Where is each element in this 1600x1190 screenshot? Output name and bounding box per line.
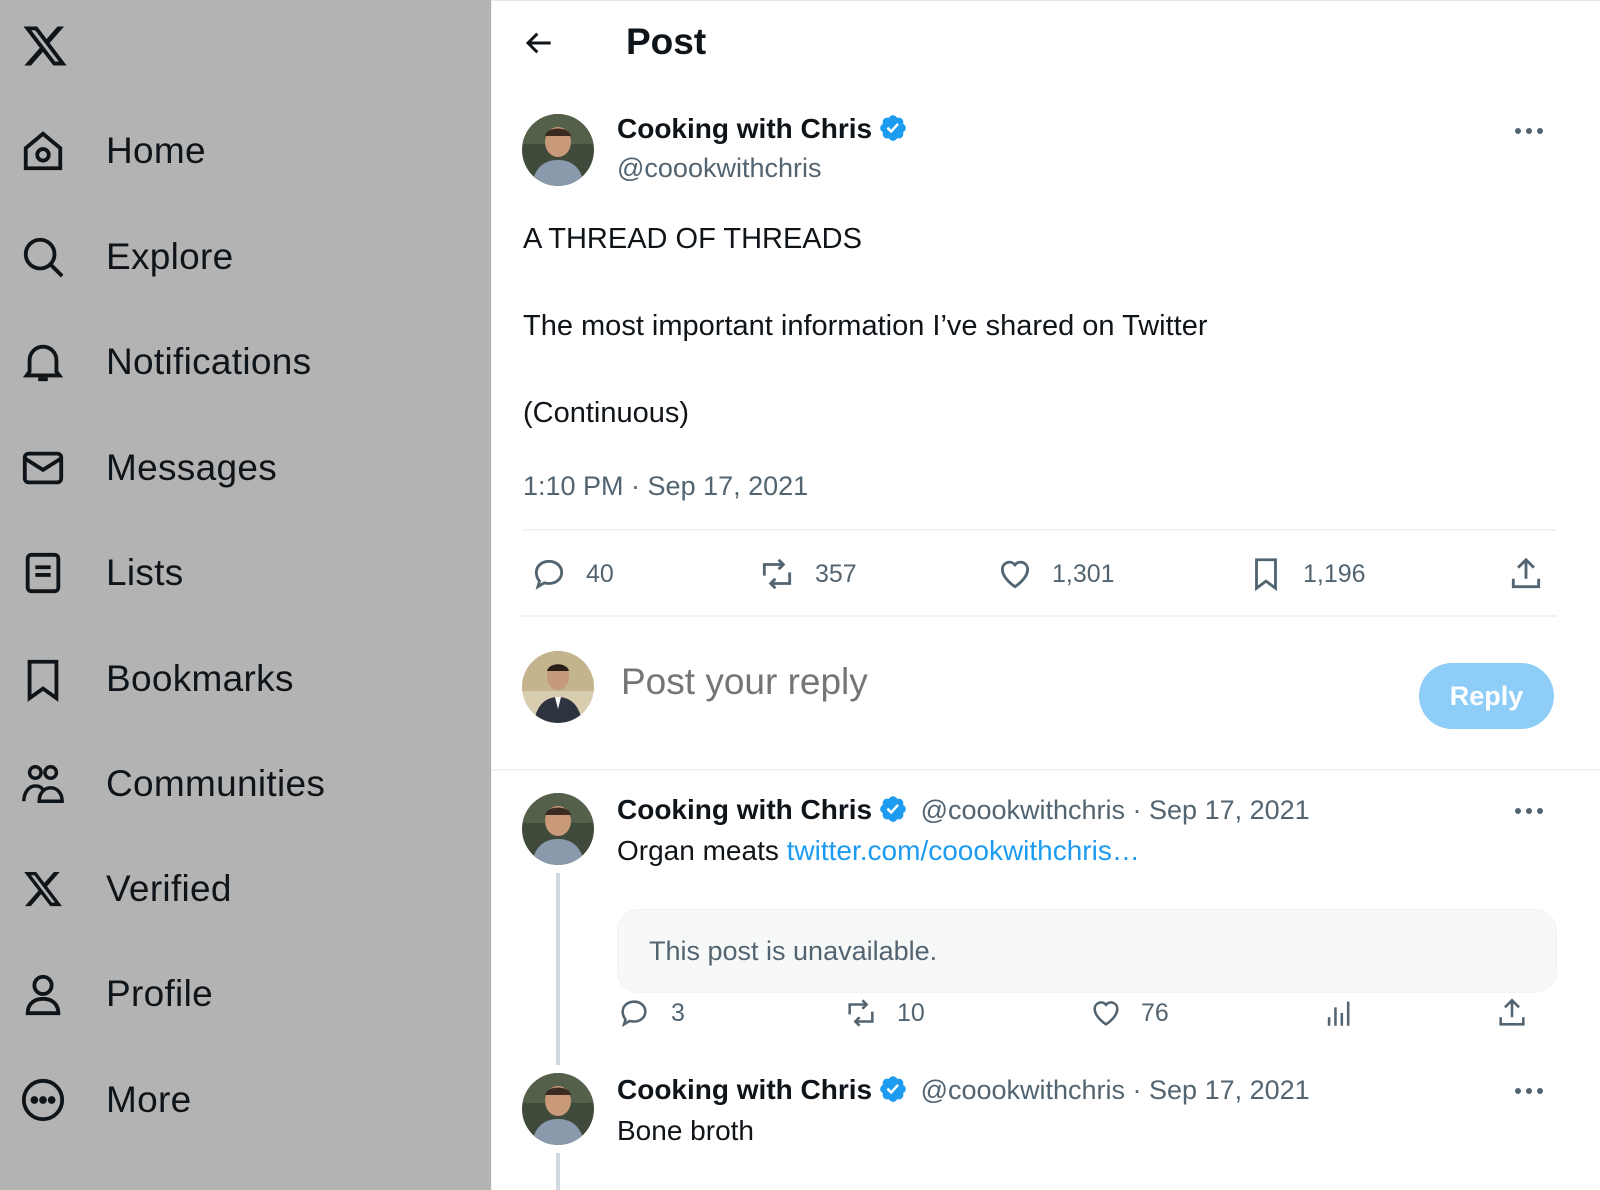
sidebar-item-home[interactable]: Home: [18, 121, 206, 181]
reply-icon: [534, 559, 564, 590]
sidebar-item-label: Notifications: [106, 341, 312, 382]
profile-icon: [18, 969, 68, 1019]
repost-icon: [848, 999, 874, 1027]
reply-text: Bone broth: [617, 1115, 754, 1146]
sidebar-item-label: Profile: [106, 973, 213, 1014]
reply-count: 3: [671, 998, 685, 1027]
views-action[interactable]: [1322, 996, 1356, 1030]
avatar[interactable]: [522, 1073, 594, 1145]
heart-icon: [1000, 560, 1030, 589]
envelope-icon: [18, 443, 68, 493]
list-icon: [18, 548, 68, 598]
more-options-icon[interactable]: [1509, 1076, 1549, 1106]
sidebar-item-communities[interactable]: Communities: [18, 754, 325, 814]
more-options-icon[interactable]: [1509, 116, 1549, 146]
reply-meta[interactable]: @coookwithchris · Sep 17, 2021: [921, 795, 1310, 825]
reply-text-body: Organ meats: [617, 835, 787, 866]
sidebar-item-label: Bookmarks: [106, 658, 294, 699]
verified-badge-icon: [878, 113, 908, 143]
sidebar-item-label: Home: [106, 130, 206, 171]
like-action[interactable]: 1,301: [996, 555, 1115, 593]
repost-icon: [762, 558, 792, 590]
thread-line: [556, 873, 560, 1065]
post-text-line: A THREAD OF THREADS: [523, 223, 862, 255]
bookmark-icon: [18, 654, 68, 704]
author-name[interactable]: Cooking with Chris: [617, 113, 872, 144]
repost-action[interactable]: 10: [843, 996, 925, 1030]
author-name[interactable]: Cooking with Chris: [617, 794, 872, 825]
divider: [522, 529, 1556, 531]
bell-icon: [18, 337, 68, 387]
sidebar-item-label: Messages: [106, 447, 278, 488]
sidebar-item-verified[interactable]: Verified: [18, 859, 232, 919]
like-action[interactable]: 76: [1089, 996, 1169, 1030]
more-circle-icon: [18, 1075, 68, 1125]
reply-button[interactable]: Reply: [1419, 663, 1554, 729]
author-name[interactable]: Cooking with Chris: [617, 1074, 872, 1105]
sidebar-item-explore[interactable]: Explore: [18, 227, 234, 287]
like-count: 1,301: [1052, 559, 1115, 588]
share-icon: [1499, 998, 1525, 1026]
more-options-icon[interactable]: [1509, 796, 1549, 826]
search-icon: [18, 232, 68, 282]
sidebar-item-messages[interactable]: Messages: [18, 438, 277, 498]
sidebar-item-label: Explore: [106, 236, 234, 277]
reply-action[interactable]: 40: [530, 555, 614, 593]
sidebar-item-label: More: [106, 1079, 192, 1120]
x-logo-icon[interactable]: [20, 22, 70, 70]
reply-action[interactable]: 3: [617, 996, 685, 1030]
page-title: Post: [626, 21, 707, 62]
verified-badge-icon: [878, 1074, 908, 1104]
home-icon: [18, 126, 68, 176]
back-arrow-icon[interactable]: [522, 25, 558, 61]
share-action[interactable]: [1507, 555, 1545, 593]
sidebar-item-label: Verified: [106, 868, 232, 909]
user-avatar[interactable]: [522, 651, 594, 723]
bookmark-action[interactable]: 1,196: [1247, 555, 1366, 593]
sidebar-item-label: Communities: [106, 763, 326, 804]
avatar[interactable]: [522, 793, 594, 865]
analytics-icon: [1327, 1001, 1350, 1026]
unavailable-quote-card: This post is unavailable.: [617, 909, 1557, 993]
repost-count: 357: [815, 559, 857, 588]
post-author[interactable]: Cooking with Chris: [617, 113, 908, 145]
share-icon: [1511, 557, 1541, 589]
share-action[interactable]: [1495, 996, 1529, 1030]
like-count: 76: [1141, 998, 1169, 1027]
post-text-line: The most important information I’ve shar…: [523, 310, 1208, 342]
bookmark-icon: [1255, 558, 1277, 592]
avatar[interactable]: [522, 114, 594, 186]
reply-count: 40: [586, 559, 614, 588]
communities-icon: [18, 759, 68, 809]
divider: [522, 615, 1556, 617]
sidebar-item-label: Lists: [106, 552, 184, 593]
x-logo-icon: [18, 864, 68, 914]
repost-action[interactable]: 357: [757, 555, 857, 593]
reply-text: Organ meats twitter.com/coookwithchris…: [617, 835, 1140, 867]
post-text-line: (Continuous): [523, 397, 690, 429]
reply-input[interactable]: [621, 661, 1321, 703]
sidebar-item-profile[interactable]: Profile: [18, 964, 213, 1024]
verified-badge-icon: [878, 794, 908, 824]
main-column: Post Cooking with Chris @coookwithchris …: [491, 0, 1600, 1190]
page-header: Post: [492, 1, 1600, 87]
thread-line: [556, 1153, 560, 1190]
post-timestamp[interactable]: 1:10 PM · Sep 17, 2021: [523, 471, 808, 502]
repost-count: 10: [897, 998, 925, 1027]
sidebar: Home Explore Notifications Messages List…: [0, 0, 491, 1190]
reply-meta[interactable]: @coookwithchris · Sep 17, 2021: [921, 1075, 1310, 1105]
reply-header: Cooking with Chris @coookwithchris · Sep…: [617, 1074, 1310, 1106]
unavailable-text: This post is unavailable.: [649, 936, 938, 966]
reply-link[interactable]: twitter.com/coookwithchris…: [787, 835, 1140, 866]
heart-icon: [1093, 1001, 1119, 1026]
divider: [492, 769, 1600, 771]
sidebar-item-bookmarks[interactable]: Bookmarks: [18, 649, 294, 709]
sidebar-item-notifications[interactable]: Notifications: [18, 332, 311, 392]
bookmark-count: 1,196: [1303, 559, 1366, 588]
reply-icon: [621, 1000, 647, 1028]
sidebar-item-lists[interactable]: Lists: [18, 543, 184, 603]
author-handle[interactable]: @coookwithchris: [617, 153, 821, 184]
sidebar-item-more[interactable]: More: [18, 1070, 192, 1130]
reply-header: Cooking with Chris @coookwithchris · Sep…: [617, 794, 1310, 826]
